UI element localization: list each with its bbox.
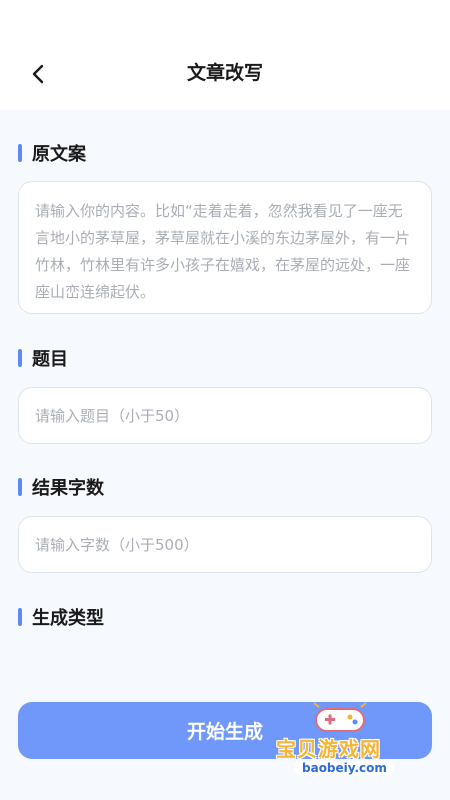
section-accent-bar bbox=[18, 478, 22, 496]
section-accent-bar bbox=[18, 349, 22, 367]
word-count-input[interactable] bbox=[35, 535, 415, 554]
topic-input[interactable] bbox=[35, 406, 415, 425]
generation-type-label: 生成类型 bbox=[32, 608, 104, 629]
topic-field-container bbox=[18, 387, 432, 444]
original-text-section-label: 原文案 bbox=[18, 140, 86, 166]
original-text-label: 原文案 bbox=[32, 144, 86, 165]
word-count-label: 结果字数 bbox=[32, 478, 104, 499]
topic-label: 题目 bbox=[32, 349, 68, 370]
start-generate-button[interactable]: 开始生成 bbox=[18, 702, 432, 759]
page-title: 文章改写 bbox=[186, 62, 263, 84]
original-text-field-container bbox=[18, 181, 432, 314]
word-count-field-container bbox=[18, 516, 432, 573]
word-count-section-label: 结果字数 bbox=[18, 474, 104, 500]
top-bar: 文章改写 bbox=[0, 0, 450, 110]
section-accent-bar bbox=[18, 144, 22, 162]
generation-type-section-label: 生成类型 bbox=[18, 604, 104, 630]
section-accent-bar bbox=[18, 608, 22, 626]
topic-section-label: 题目 bbox=[18, 345, 68, 371]
watermark-url: baobeiy.com bbox=[294, 761, 395, 775]
original-text-input[interactable] bbox=[35, 198, 417, 301]
